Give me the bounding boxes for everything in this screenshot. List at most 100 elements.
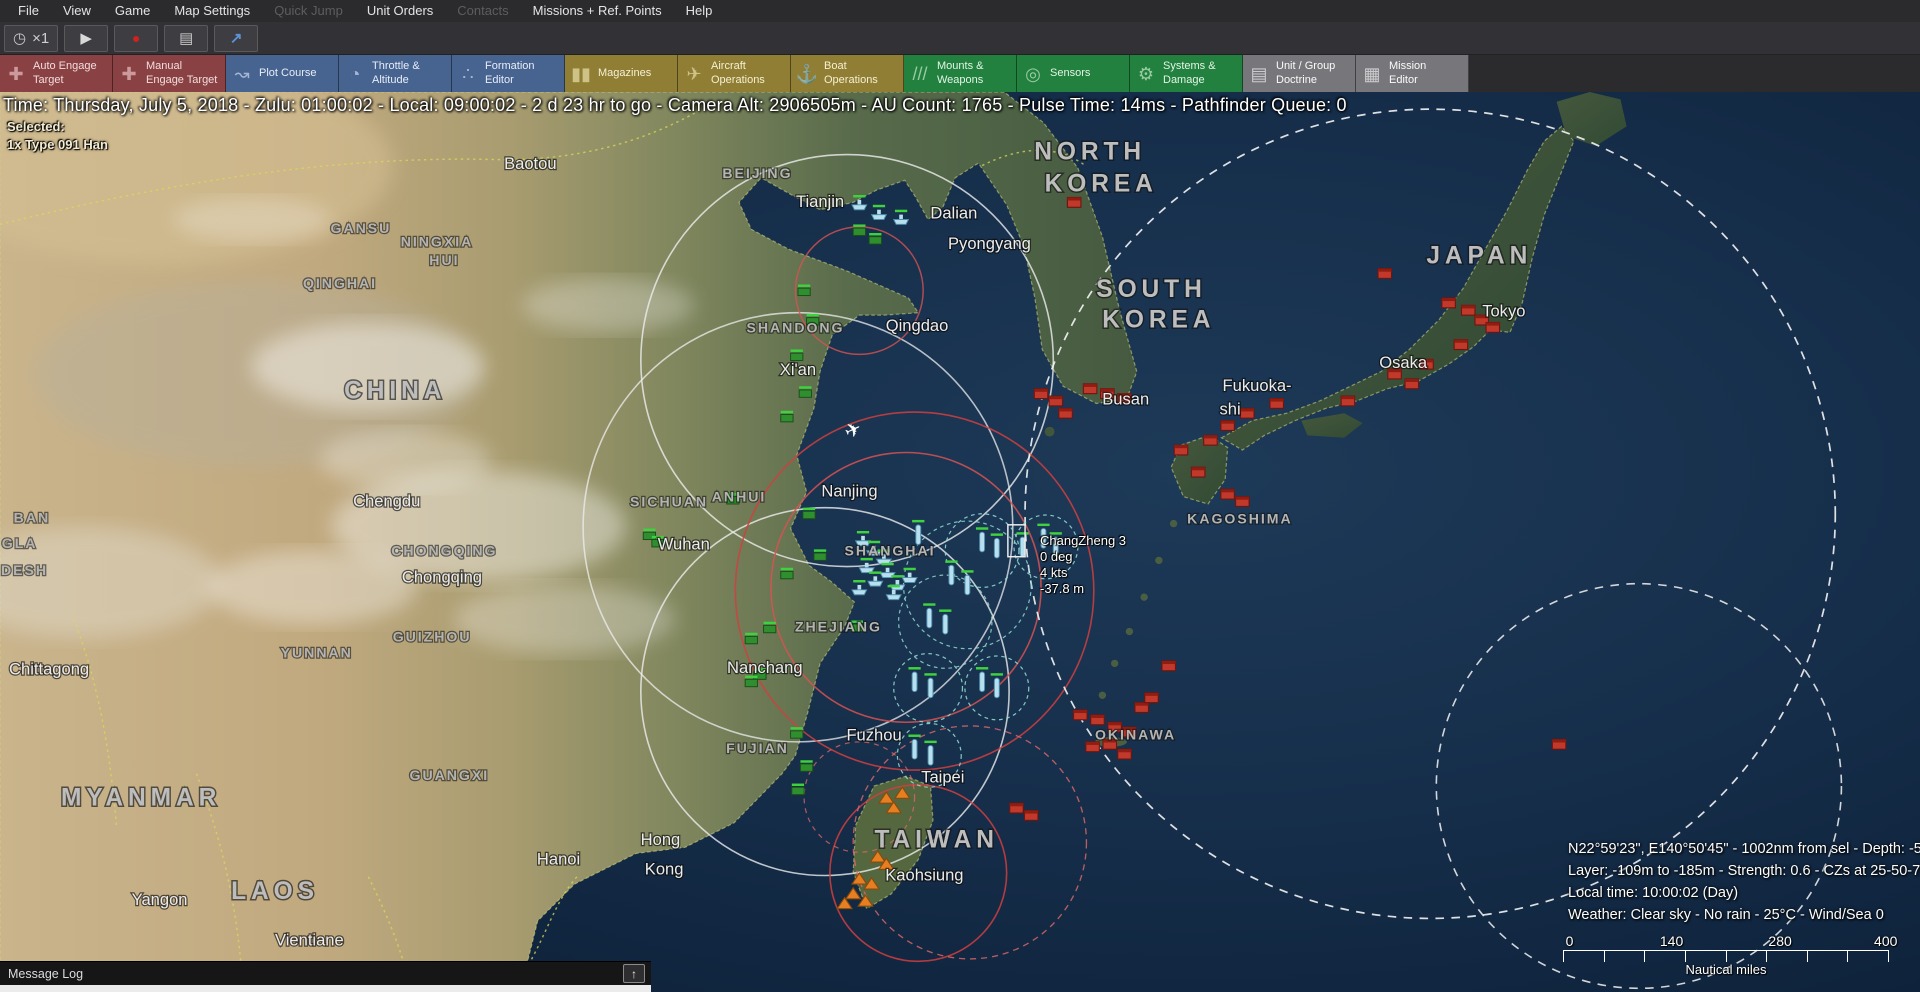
tooltip-unit-name: ChangZheng 3 [1040,533,1126,549]
unit-inst[interactable] [814,549,826,560]
magazines-icon: ▮▮ [569,65,593,83]
unit-red[interactable] [1204,435,1218,445]
unit-inst[interactable] [798,285,810,296]
map-label-fukuoka: Fukuoka- [1223,376,1292,395]
unit-red[interactable] [1270,399,1284,409]
menu-view[interactable]: View [51,0,103,22]
menu-map-settings[interactable]: Map Settings [162,0,262,22]
unit-red[interactable] [1118,749,1132,759]
unit-red[interactable] [1241,408,1255,418]
mounts-weapons-icon: /// [908,65,932,83]
unit-inst[interactable] [791,349,803,360]
unit-inst[interactable] [745,676,757,687]
formation-editor-label: Formation Editor [485,60,535,86]
unit-red[interactable] [1162,661,1176,671]
unit-red[interactable] [1405,379,1419,389]
unit-red[interactable] [1049,396,1063,406]
map-label-kagoshima: KAGOSHIMA [1187,511,1292,527]
menu-help[interactable]: Help [674,0,725,22]
unit-red[interactable] [1135,703,1149,713]
plot-course-icon: ↝ [230,65,254,83]
map-label-yangon: Yangon [132,890,188,909]
menu-file[interactable]: File [6,0,51,22]
tooltip-depth: -37.8 m [1040,581,1126,597]
map-label-tokyo: Tokyo [1482,301,1525,320]
unit-inst[interactable] [781,568,793,579]
menu-missions-ref-points[interactable]: Missions + Ref. Points [521,0,674,22]
unit-inst[interactable] [800,760,812,771]
message-log-panel [0,985,651,992]
message-log-expand-button[interactable]: ↑ [623,964,645,983]
mission-editor-button[interactable]: ▦Mission Editor [1356,55,1469,92]
unit-red[interactable] [1174,445,1188,455]
unit-red[interactable] [1454,340,1468,350]
unit-red[interactable] [1461,305,1475,315]
unit-inst[interactable] [792,784,804,795]
map-label-japan: JAPAN [1426,243,1532,270]
unit-group-doctrine-button[interactable]: ▤Unit / Group Doctrine [1243,55,1356,92]
unit-inst[interactable] [791,727,803,738]
time-compression-label: ×1 [32,30,49,47]
unit-inst[interactable] [781,411,793,422]
unit-red[interactable] [1034,389,1048,399]
unit-red[interactable] [1024,811,1038,821]
scale-line [1563,950,1889,961]
manual-engage-target-button[interactable]: ✚Manual Engage Target [113,55,226,92]
unit-inst[interactable] [745,633,757,644]
menu-game[interactable]: Game [103,0,162,22]
selected-unit: 1x Type 091 Han [7,137,108,152]
map-label-dalian: Dalian [930,203,977,222]
unit-red[interactable] [1086,742,1100,752]
map-label-fuzhou: Fuzhou [846,726,901,745]
unit-red[interactable] [1486,323,1500,333]
unit-inst[interactable] [803,508,815,519]
mounts-weapons-label: Mounts & Weapons [937,60,983,86]
magazines-button[interactable]: ▮▮Magazines [565,55,678,92]
map-label-osaka: Osaka [1379,353,1428,372]
unit-red[interactable] [1010,803,1024,813]
unit-red[interactable] [1221,489,1235,499]
systems-damage-button[interactable]: ⚙Systems & Damage [1130,55,1243,92]
unit-red[interactable] [1059,408,1073,418]
map-label-wuhan: Wuhan [658,534,710,553]
unit-red[interactable] [1067,197,1081,207]
menu-unit-orders[interactable]: Unit Orders [355,0,445,22]
auto-engage-target-button[interactable]: ✚Auto Engage Target [0,55,113,92]
unit-red[interactable] [1074,710,1088,720]
unit-red[interactable] [1145,693,1159,703]
play-button[interactable]: ▶ [64,25,108,52]
map-label-beijing: BEIJING [722,165,792,181]
selection-readout: Selected: 1x Type 091 Han [7,119,108,152]
mission-editor-icon: ▦ [1360,65,1384,83]
throttle-altitude-button[interactable]: ◔Throttle & Altitude [339,55,452,92]
unit-red[interactable] [1221,421,1235,431]
unit-red[interactable] [1552,739,1566,749]
jump-to-button[interactable]: ↗ [214,25,258,52]
map-label-guangxi: GUANGXI [410,767,490,783]
unit-red[interactable] [1091,715,1105,725]
boat-operations-icon: ⚓ [795,65,819,83]
unit-red[interactable] [1378,269,1392,279]
map-label-korea: KOREA [1045,170,1158,197]
unit-red[interactable] [1191,467,1205,477]
unit-red[interactable] [1442,298,1456,308]
auto-engage-target-icon: ✚ [4,65,28,83]
unit-inst[interactable] [799,386,811,397]
unit-red[interactable] [1236,497,1250,507]
formation-editor-button[interactable]: ∴Formation Editor [452,55,565,92]
record-button[interactable]: ● [114,25,158,52]
sensors-button[interactable]: ◎Sensors [1017,55,1130,92]
plot-course-button[interactable]: ↝Plot Course [226,55,339,92]
play-icon: ▶ [80,31,92,46]
boat-operations-button[interactable]: ⚓Boat Operations [791,55,904,92]
aircraft-operations-button[interactable]: ✈Aircraft Operations [678,55,791,92]
unit-inst[interactable] [764,622,776,633]
unit-red[interactable] [1083,384,1097,394]
unit-inst[interactable] [869,233,881,244]
time-compression-button[interactable]: ◷×1 [4,25,58,52]
unit-red[interactable] [1341,396,1355,406]
mounts-weapons-button[interactable]: /// Mounts & Weapons [904,55,1017,92]
screenshot-button[interactable]: ▤ [164,25,208,52]
unit-inst[interactable] [853,224,865,235]
map-label-laos: LAOS [231,878,319,905]
